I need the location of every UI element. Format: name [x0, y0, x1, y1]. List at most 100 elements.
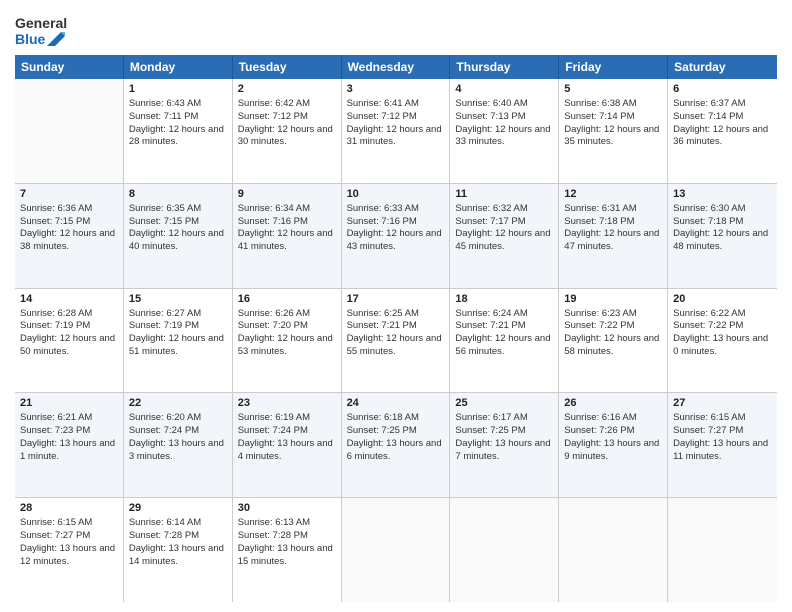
weekday-header: Thursday [450, 55, 559, 79]
sunrise-text: Sunrise: 6:43 AM [129, 98, 227, 111]
day-cell: 14Sunrise: 6:28 AMSunset: 7:19 PMDayligh… [15, 289, 124, 393]
logo: General Blue [15, 15, 67, 47]
day-cell: 1Sunrise: 6:43 AMSunset: 7:11 PMDaylight… [124, 79, 233, 183]
weekday-header: Wednesday [342, 55, 451, 79]
sunrise-text: Sunrise: 6:18 AM [347, 412, 445, 425]
weekday-header: Saturday [668, 55, 777, 79]
sunrise-text: Sunrise: 6:40 AM [455, 98, 553, 111]
sunrise-text: Sunrise: 6:38 AM [564, 98, 662, 111]
weekday-header: Sunday [15, 55, 124, 79]
daylight-text: Daylight: 12 hours and 53 minutes. [238, 333, 336, 359]
daylight-text: Daylight: 12 hours and 51 minutes. [129, 333, 227, 359]
sunset-text: Sunset: 7:14 PM [673, 111, 772, 124]
sunset-text: Sunset: 7:19 PM [20, 320, 118, 333]
day-cell: 29Sunrise: 6:14 AMSunset: 7:28 PMDayligh… [124, 498, 233, 602]
sunrise-text: Sunrise: 6:26 AM [238, 308, 336, 321]
day-number: 10 [347, 187, 445, 202]
daylight-text: Daylight: 12 hours and 28 minutes. [129, 124, 227, 150]
sunset-text: Sunset: 7:13 PM [455, 111, 553, 124]
sunrise-text: Sunrise: 6:17 AM [455, 412, 553, 425]
sunset-text: Sunset: 7:21 PM [347, 320, 445, 333]
day-number: 15 [129, 292, 227, 307]
sunset-text: Sunset: 7:24 PM [129, 425, 227, 438]
day-number: 21 [20, 396, 118, 411]
logo-general: General [15, 15, 67, 31]
daylight-text: Daylight: 12 hours and 30 minutes. [238, 124, 336, 150]
daylight-text: Daylight: 13 hours and 1 minute. [20, 438, 118, 464]
sunrise-text: Sunrise: 6:22 AM [673, 308, 772, 321]
empty-cell [559, 498, 668, 602]
page: General Blue SundayMondayTuesdayWednesda… [0, 0, 792, 612]
daylight-text: Daylight: 13 hours and 9 minutes. [564, 438, 662, 464]
day-number: 23 [238, 396, 336, 411]
sunset-text: Sunset: 7:28 PM [238, 530, 336, 543]
day-number: 7 [20, 187, 118, 202]
day-number: 30 [238, 501, 336, 516]
daylight-text: Daylight: 12 hours and 36 minutes. [673, 124, 772, 150]
sunset-text: Sunset: 7:17 PM [455, 216, 553, 229]
sunrise-text: Sunrise: 6:23 AM [564, 308, 662, 321]
sunset-text: Sunset: 7:19 PM [129, 320, 227, 333]
daylight-text: Daylight: 13 hours and 12 minutes. [20, 543, 118, 569]
day-cell: 20Sunrise: 6:22 AMSunset: 7:22 PMDayligh… [668, 289, 777, 393]
daylight-text: Daylight: 13 hours and 3 minutes. [129, 438, 227, 464]
sunset-text: Sunset: 7:12 PM [238, 111, 336, 124]
sunset-text: Sunset: 7:27 PM [673, 425, 772, 438]
day-number: 8 [129, 187, 227, 202]
sunrise-text: Sunrise: 6:21 AM [20, 412, 118, 425]
calendar-week: 28Sunrise: 6:15 AMSunset: 7:27 PMDayligh… [15, 498, 777, 602]
daylight-text: Daylight: 12 hours and 35 minutes. [564, 124, 662, 150]
day-cell: 3Sunrise: 6:41 AMSunset: 7:12 PMDaylight… [342, 79, 451, 183]
daylight-text: Daylight: 12 hours and 56 minutes. [455, 333, 553, 359]
day-number: 5 [564, 82, 662, 97]
day-cell: 22Sunrise: 6:20 AMSunset: 7:24 PMDayligh… [124, 393, 233, 497]
day-number: 1 [129, 82, 227, 97]
sunrise-text: Sunrise: 6:37 AM [673, 98, 772, 111]
daylight-text: Daylight: 12 hours and 40 minutes. [129, 228, 227, 254]
header: General Blue [15, 15, 777, 47]
sunset-text: Sunset: 7:16 PM [238, 216, 336, 229]
day-cell: 25Sunrise: 6:17 AMSunset: 7:25 PMDayligh… [450, 393, 559, 497]
day-cell: 6Sunrise: 6:37 AMSunset: 7:14 PMDaylight… [668, 79, 777, 183]
sunset-text: Sunset: 7:22 PM [673, 320, 772, 333]
day-cell: 4Sunrise: 6:40 AMSunset: 7:13 PMDaylight… [450, 79, 559, 183]
day-cell: 27Sunrise: 6:15 AMSunset: 7:27 PMDayligh… [668, 393, 777, 497]
daylight-text: Daylight: 12 hours and 50 minutes. [20, 333, 118, 359]
sunrise-text: Sunrise: 6:24 AM [455, 308, 553, 321]
daylight-text: Daylight: 12 hours and 58 minutes. [564, 333, 662, 359]
sunset-text: Sunset: 7:21 PM [455, 320, 553, 333]
daylight-text: Daylight: 12 hours and 48 minutes. [673, 228, 772, 254]
daylight-text: Daylight: 13 hours and 7 minutes. [455, 438, 553, 464]
day-number: 2 [238, 82, 336, 97]
day-cell: 12Sunrise: 6:31 AMSunset: 7:18 PMDayligh… [559, 184, 668, 288]
sunrise-text: Sunrise: 6:16 AM [564, 412, 662, 425]
day-cell: 24Sunrise: 6:18 AMSunset: 7:25 PMDayligh… [342, 393, 451, 497]
sunset-text: Sunset: 7:23 PM [20, 425, 118, 438]
day-cell: 16Sunrise: 6:26 AMSunset: 7:20 PMDayligh… [233, 289, 342, 393]
day-number: 24 [347, 396, 445, 411]
daylight-text: Daylight: 13 hours and 15 minutes. [238, 543, 336, 569]
sunrise-text: Sunrise: 6:32 AM [455, 203, 553, 216]
sunset-text: Sunset: 7:15 PM [20, 216, 118, 229]
day-number: 25 [455, 396, 553, 411]
daylight-text: Daylight: 13 hours and 4 minutes. [238, 438, 336, 464]
sunrise-text: Sunrise: 6:30 AM [673, 203, 772, 216]
calendar: SundayMondayTuesdayWednesdayThursdayFrid… [15, 55, 777, 602]
sunrise-text: Sunrise: 6:19 AM [238, 412, 336, 425]
day-cell: 21Sunrise: 6:21 AMSunset: 7:23 PMDayligh… [15, 393, 124, 497]
sunrise-text: Sunrise: 6:31 AM [564, 203, 662, 216]
sunrise-text: Sunrise: 6:42 AM [238, 98, 336, 111]
logo-bird-icon [47, 32, 65, 46]
daylight-text: Daylight: 12 hours and 47 minutes. [564, 228, 662, 254]
calendar-week: 14Sunrise: 6:28 AMSunset: 7:19 PMDayligh… [15, 289, 777, 394]
day-cell: 28Sunrise: 6:15 AMSunset: 7:27 PMDayligh… [15, 498, 124, 602]
calendar-week: 7Sunrise: 6:36 AMSunset: 7:15 PMDaylight… [15, 184, 777, 289]
day-number: 19 [564, 292, 662, 307]
sunrise-text: Sunrise: 6:13 AM [238, 517, 336, 530]
sunset-text: Sunset: 7:18 PM [564, 216, 662, 229]
day-number: 11 [455, 187, 553, 202]
sunrise-text: Sunrise: 6:35 AM [129, 203, 227, 216]
empty-cell [15, 79, 124, 183]
day-number: 29 [129, 501, 227, 516]
day-number: 27 [673, 396, 772, 411]
